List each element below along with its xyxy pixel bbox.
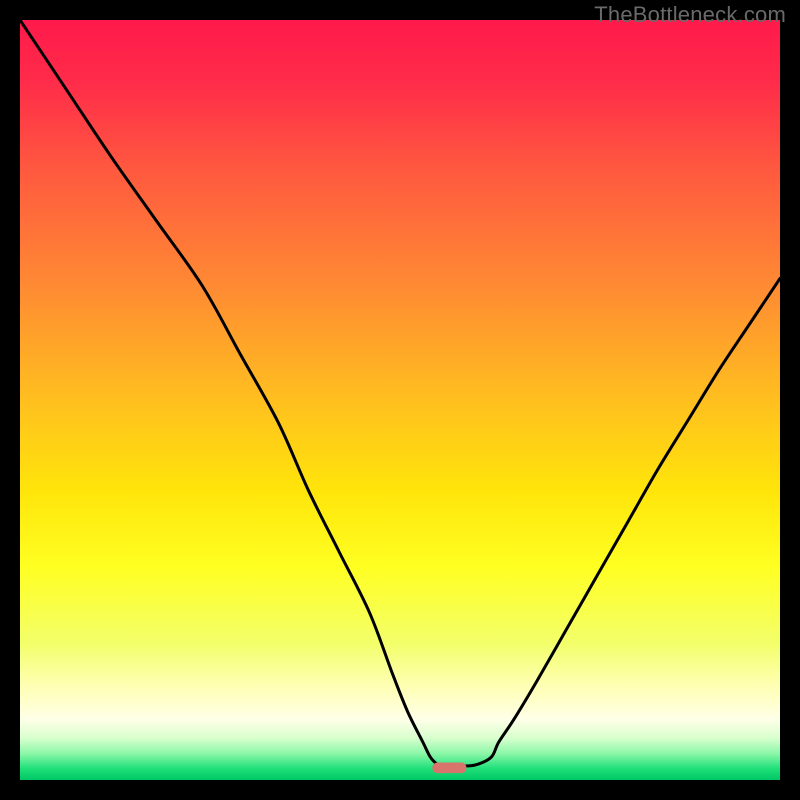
gradient-background xyxy=(20,20,780,780)
chart-svg xyxy=(20,20,780,780)
plot-area xyxy=(20,20,780,780)
chart-frame: TheBottleneck.com xyxy=(0,0,800,800)
optimal-marker xyxy=(432,763,466,774)
watermark-text: TheBottleneck.com xyxy=(594,2,786,28)
